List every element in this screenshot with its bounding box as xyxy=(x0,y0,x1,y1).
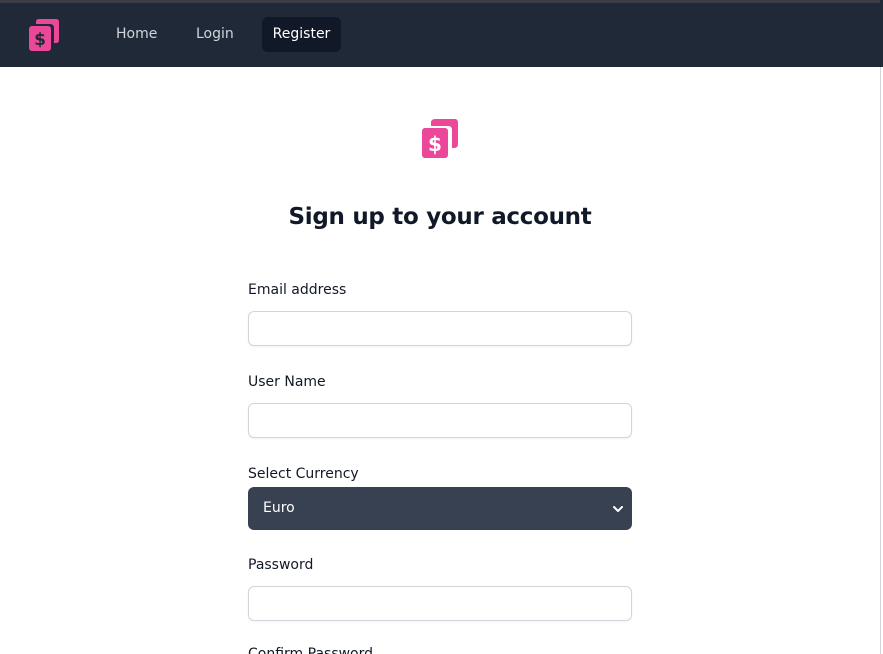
chevron-down-icon xyxy=(612,503,624,515)
top-navbar: $ Home Login Register xyxy=(0,3,880,67)
dollar-copy-icon[interactable]: $ xyxy=(28,18,60,52)
password-field[interactable] xyxy=(248,586,632,621)
username-label: User Name xyxy=(248,374,326,390)
email-field[interactable] xyxy=(248,311,632,346)
nav-home-link[interactable]: Home xyxy=(104,17,169,52)
nav-register-link[interactable]: Register xyxy=(262,17,341,52)
nav-login-link[interactable]: Login xyxy=(184,17,246,52)
password-label: Password xyxy=(248,557,314,573)
svg-text:$: $ xyxy=(34,30,46,50)
svg-text:$: $ xyxy=(428,132,442,156)
username-field[interactable] xyxy=(248,403,632,438)
currency-selected-value: Euro xyxy=(263,500,295,516)
page-title: Sign up to your account xyxy=(288,204,592,230)
dollar-copy-icon: $ xyxy=(421,118,459,159)
email-label: Email address xyxy=(248,282,347,298)
currency-select[interactable]: Euro xyxy=(248,487,632,530)
confirm-password-label: Confirm Password xyxy=(248,646,374,654)
currency-label: Select Currency xyxy=(248,466,359,482)
